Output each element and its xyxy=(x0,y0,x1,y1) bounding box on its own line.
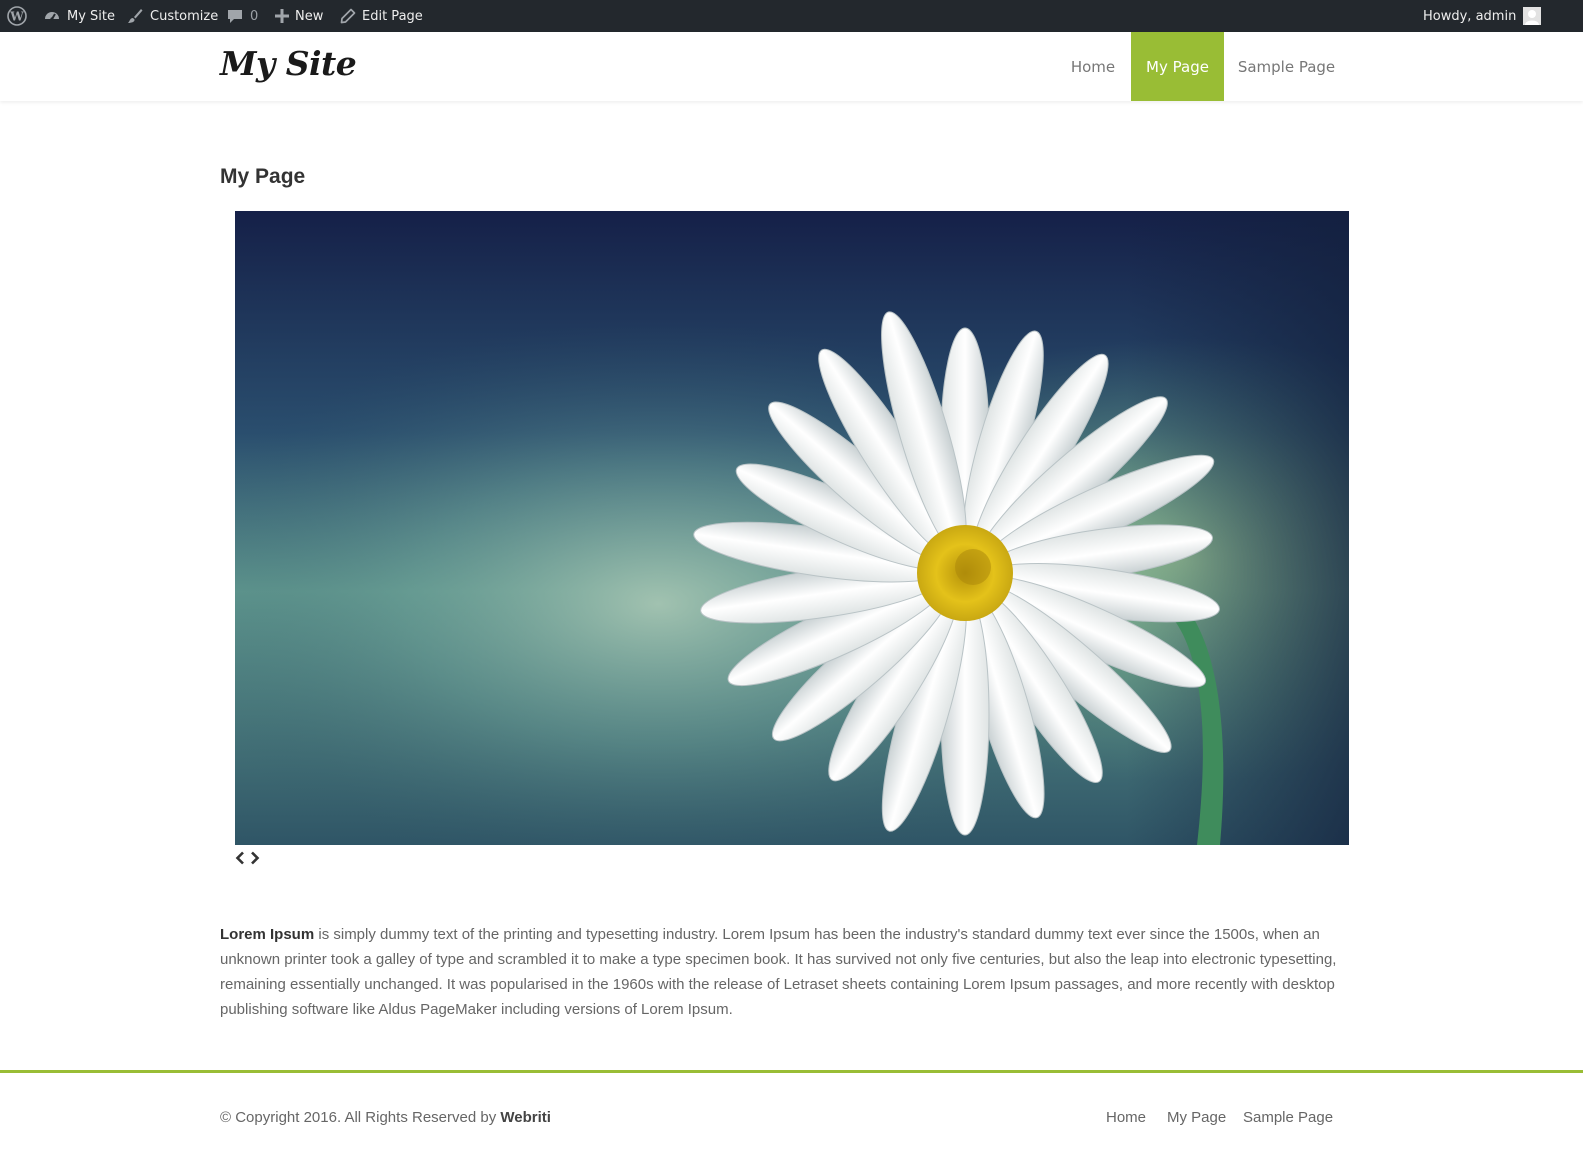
edit-page-label: Edit Page xyxy=(362,8,423,24)
svg-text:W: W xyxy=(9,10,24,24)
nav-item-sample-page[interactable]: Sample Page xyxy=(1224,32,1349,101)
new-label: New xyxy=(295,8,324,24)
daisy-image xyxy=(235,211,1349,845)
paragraph-body: is simply dummy text of the printing and… xyxy=(220,926,1337,1018)
image-slider xyxy=(235,211,1349,845)
dashboard-icon xyxy=(43,7,61,25)
nav-item-my-page[interactable]: My Page xyxy=(1131,32,1224,101)
comments-link[interactable]: 0 xyxy=(227,0,258,32)
plus-icon xyxy=(275,9,289,23)
chevron-right-icon xyxy=(250,851,260,870)
copyright-prefix: © Copyright 2016. All Rights Reserved by xyxy=(220,1109,501,1126)
customize-label: Customize xyxy=(150,8,219,24)
page-title: My Page xyxy=(220,165,306,188)
site-header: My Site Home My Page Sample Page xyxy=(0,32,1583,101)
site-footer: © Copyright 2016. All Rights Reserved by… xyxy=(0,1070,1583,1169)
footer-link-my-page[interactable]: My Page xyxy=(1167,1109,1226,1126)
nav-item-home[interactable]: Home xyxy=(1055,32,1131,101)
slider-prev-button[interactable] xyxy=(233,850,247,870)
greeting-label: Howdy, admin xyxy=(1423,8,1517,24)
wordpress-logo-icon[interactable]: W xyxy=(7,0,27,32)
customize-link[interactable]: Customize xyxy=(126,0,218,32)
copyright-text: © Copyright 2016. All Rights Reserved by… xyxy=(220,1109,551,1126)
chevron-left-icon xyxy=(235,851,245,870)
site-logo[interactable]: My Site xyxy=(220,44,357,83)
avatar xyxy=(1523,7,1542,25)
my-site-label: My Site xyxy=(67,8,116,24)
page-content-paragraph: Lorem Ipsum is simply dummy text of the … xyxy=(220,922,1350,1022)
paragraph-lead: Lorem Ipsum xyxy=(220,926,315,943)
admin-bar: W My Site Customize 0 New Edit Page Howd… xyxy=(0,0,1583,32)
edit-page-link[interactable]: Edit Page xyxy=(340,0,423,32)
my-site-menu[interactable]: My Site xyxy=(43,0,115,32)
paintbrush-icon xyxy=(126,7,144,25)
footer-link-sample-page[interactable]: Sample Page xyxy=(1243,1109,1333,1126)
comment-icon xyxy=(227,8,243,24)
footer-link-home[interactable]: Home xyxy=(1106,1109,1146,1126)
pencil-icon xyxy=(340,8,356,24)
slider-next-button[interactable] xyxy=(248,850,262,870)
new-content-menu[interactable]: New xyxy=(275,0,323,32)
copyright-brand-link[interactable]: Webriti xyxy=(500,1109,551,1126)
account-menu[interactable]: Howdy, admin xyxy=(1423,0,1542,32)
comments-count: 0 xyxy=(250,8,259,24)
